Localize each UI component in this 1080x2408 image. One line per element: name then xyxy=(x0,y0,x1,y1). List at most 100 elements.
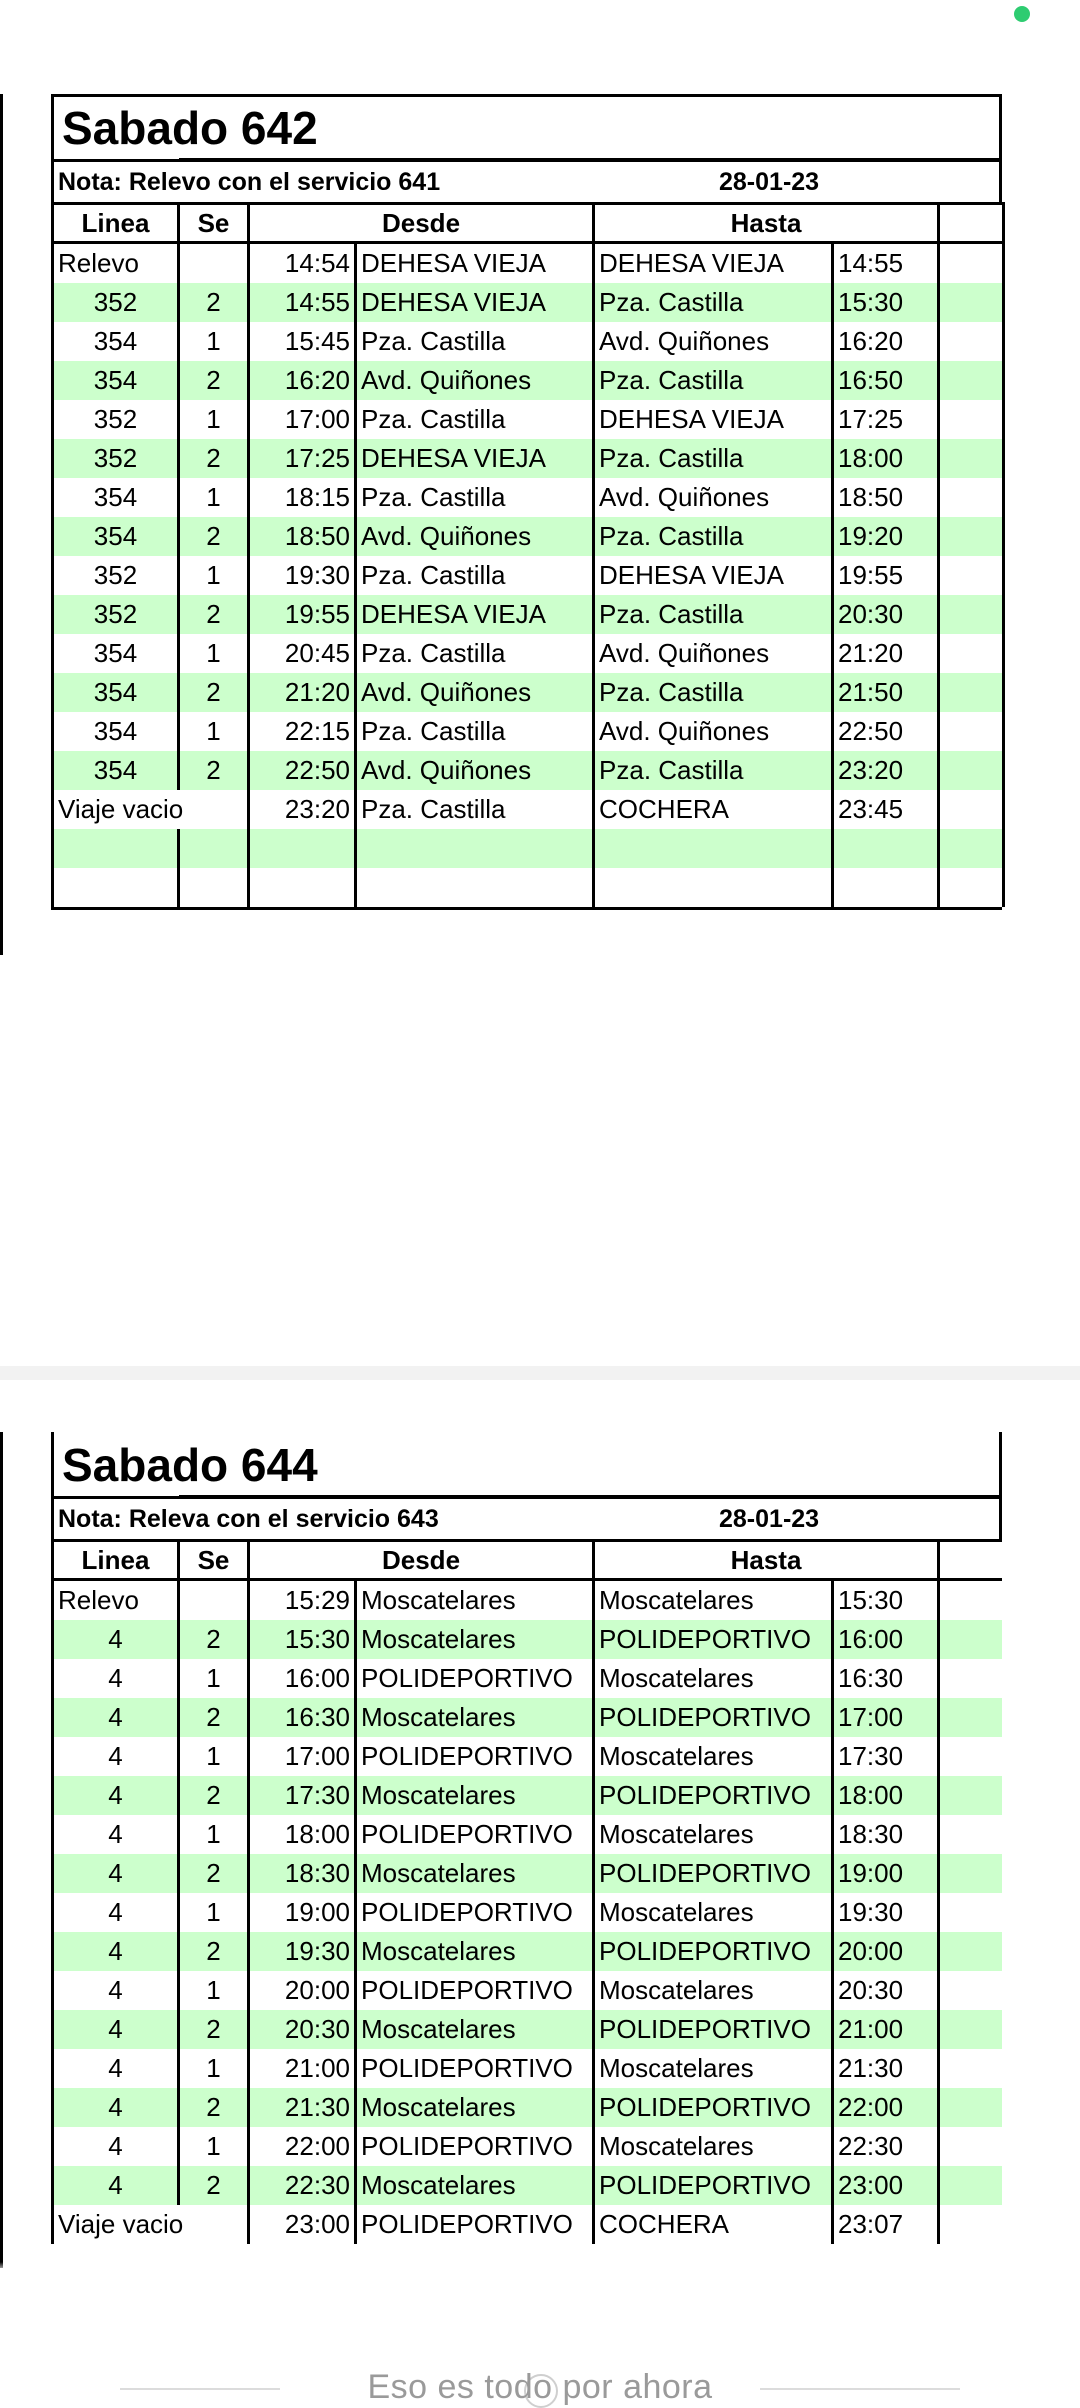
cell-end-time: 19:30 xyxy=(831,1893,939,1932)
sheet-title-row: Sabado 642 xyxy=(51,94,1002,161)
cell-line: 354 xyxy=(51,751,179,790)
cell-line: 4 xyxy=(51,2049,179,2088)
cell-blank xyxy=(937,790,1006,829)
header-hasta: Hasta xyxy=(592,202,939,244)
table-row: 354 1 20:45 Pza. Castilla Avd. Quiñones 21:20 xyxy=(51,634,1006,673)
cell-start-time: 21:20 xyxy=(247,673,356,712)
cell-blank xyxy=(937,439,1006,478)
cell-line: 4 xyxy=(51,1620,179,1659)
cell-line: 354 xyxy=(51,634,179,673)
cell-from: POLIDEPORTIVO xyxy=(353,1659,594,1698)
table-row: Relevo 15:29 Moscatelares Moscatelares 15:30 xyxy=(51,1579,1002,1620)
cell-start-time: 18:15 xyxy=(247,478,356,517)
cell-blank xyxy=(937,1932,1002,1971)
cell-from: Moscatelares xyxy=(353,2088,594,2127)
cell-end-time: 21:50 xyxy=(831,673,939,712)
cell-line: 354 xyxy=(51,517,179,556)
cell-line: 4 xyxy=(51,1854,179,1893)
cell-blank xyxy=(937,556,1006,595)
table-row: 4 1 22:00 POLIDEPORTIVO Moscatelares 22:30 xyxy=(51,2127,1002,2166)
cell-blank xyxy=(937,2205,1002,2244)
cell-to: Avd. Quiñones xyxy=(592,634,833,673)
row-label: Viaje vacio xyxy=(51,2205,249,2244)
cell-line: 4 xyxy=(51,2088,179,2127)
cell-end-time: 15:30 xyxy=(831,1579,939,1620)
cell-end-time: 20:30 xyxy=(831,1971,939,2010)
cell-from: Pza. Castilla xyxy=(353,634,594,673)
cell-blank xyxy=(937,1815,1002,1854)
cell-se: 1 xyxy=(177,2049,249,2088)
cell-from: Pza. Castilla xyxy=(353,322,594,361)
table-row: 4 1 16:00 POLIDEPORTIVO Moscatelares 16:30 xyxy=(51,1659,1002,1698)
cell-empty xyxy=(247,868,356,907)
cell-start-time: 20:00 xyxy=(247,1971,356,2010)
cell-from: Pza. Castilla xyxy=(353,400,594,439)
table-row: Relevo 14:54 DEHESA VIEJA DEHESA VIEJA 14:55 xyxy=(51,242,1006,283)
cell-se: 1 xyxy=(177,400,249,439)
cell-end-time: 15:30 xyxy=(831,283,939,322)
bottom-border xyxy=(51,907,1002,910)
cell-from: Avd. Quiñones xyxy=(353,751,594,790)
cell-se: 1 xyxy=(177,2127,249,2166)
cell-to: POLIDEPORTIVO xyxy=(592,1620,833,1659)
table-row: 352 2 19:55 DEHESA VIEJA Pza. Castilla 20:30 xyxy=(51,595,1006,634)
cell-line: 352 xyxy=(51,400,179,439)
cell-blank xyxy=(937,2166,1002,2205)
cell-se: 1 xyxy=(177,322,249,361)
cell-line: 4 xyxy=(51,1932,179,1971)
cell-end-time: 16:20 xyxy=(831,322,939,361)
cell-blank xyxy=(937,1854,1002,1893)
cell-line: 4 xyxy=(51,2166,179,2205)
cell-se: 1 xyxy=(177,1815,249,1854)
table-row: 4 2 16:30 Moscatelares POLIDEPORTIVO 17:00 xyxy=(51,1698,1002,1737)
cell-end-time: 19:00 xyxy=(831,1854,939,1893)
cell-start-time: 22:00 xyxy=(247,2127,356,2166)
header-blank xyxy=(937,1539,1002,1581)
cell-blank xyxy=(937,595,1006,634)
cell-end-time: 21:00 xyxy=(831,2010,939,2049)
cell-end-time: 21:20 xyxy=(831,634,939,673)
cell-line: 4 xyxy=(51,1659,179,1698)
cell-start-time: 22:15 xyxy=(247,712,356,751)
cell-blank xyxy=(937,1737,1002,1776)
cell-end-time: 22:50 xyxy=(831,712,939,751)
cell-se: 2 xyxy=(177,2010,249,2049)
table-row: 354 1 22:15 Pza. Castilla Avd. Quiñones 22:50 xyxy=(51,712,1006,751)
cell-se: 2 xyxy=(177,751,249,790)
cell-to: COCHERA xyxy=(592,2205,833,2244)
cell-from: Avd. Quiñones xyxy=(353,673,594,712)
cell-to: Avd. Quiñones xyxy=(592,478,833,517)
table-row: 354 2 22:50 Avd. Quiñones Pza. Castilla 23:20 xyxy=(51,751,1006,790)
header-se: Se xyxy=(177,202,249,244)
table-row: 354 1 18:15 Pza. Castilla Avd. Quiñones 18:50 xyxy=(51,478,1006,517)
cell-start-time: 22:50 xyxy=(247,751,356,790)
cell-blank xyxy=(937,1659,1002,1698)
table-row: 354 2 21:20 Avd. Quiñones Pza. Castilla 21:50 xyxy=(51,673,1006,712)
cell-start-time: 15:29 xyxy=(247,1579,356,1620)
cell-from: Avd. Quiñones xyxy=(353,517,594,556)
cell-blank xyxy=(937,634,1006,673)
cell-to: Pza. Castilla xyxy=(592,283,833,322)
table-row: 352 1 17:00 Pza. Castilla DEHESA VIEJA 17:25 xyxy=(51,400,1006,439)
cell-from: DEHESA VIEJA xyxy=(353,595,594,634)
cell-to: Moscatelares xyxy=(592,1971,833,2010)
cell-se: 2 xyxy=(177,2166,249,2205)
cell-blank xyxy=(937,751,1006,790)
cell-start-time: 21:30 xyxy=(247,2088,356,2127)
cell-to: Moscatelares xyxy=(592,2127,833,2166)
cell-to: Pza. Castilla xyxy=(592,517,833,556)
cell-blank xyxy=(937,712,1006,751)
cell-start-time: 15:45 xyxy=(247,322,356,361)
row-label: Viaje vacio xyxy=(51,790,249,829)
cell-blank xyxy=(937,1620,1002,1659)
empty-row xyxy=(51,868,1006,907)
footer-message: Eso es todo por ahora xyxy=(367,2368,713,2406)
cell-blank xyxy=(937,322,1006,361)
cell-start-time: 19:55 xyxy=(247,595,356,634)
cell-from: POLIDEPORTIVO xyxy=(353,1893,594,1932)
cell-end-time: 21:30 xyxy=(831,2049,939,2088)
cell-se: 1 xyxy=(177,556,249,595)
cell-line: 4 xyxy=(51,1776,179,1815)
cell-end-time: 18:30 xyxy=(831,1815,939,1854)
cell-from: Moscatelares xyxy=(353,1620,594,1659)
